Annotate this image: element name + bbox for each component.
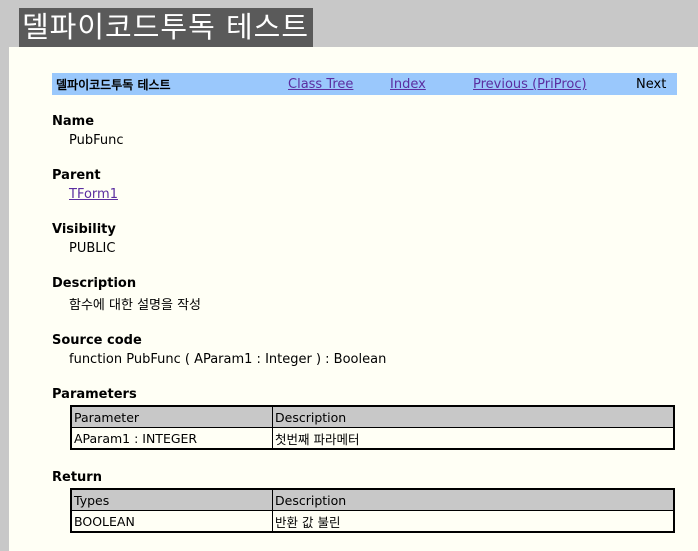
description-value: 함수에 대한 설명을 작성 [69, 298, 201, 313]
table-cell: 반환 값 불린 [272, 510, 675, 533]
source-code-heading: Source code [52, 333, 142, 348]
column-header: Types [70, 488, 273, 511]
table-cell: BOOLEAN [70, 510, 273, 533]
visibility-value: PUBLIC [69, 241, 116, 256]
name-value: PubFunc [69, 133, 124, 148]
parameters-table: Parameter Description AParam1 : INTEGER … [70, 405, 675, 450]
column-header: Parameter [70, 405, 273, 428]
nav-brand: 델파이코드투독 테스트 [56, 78, 171, 92]
column-header: Description [272, 405, 675, 428]
table-cell: AParam1 : INTEGER [70, 427, 273, 450]
source-code-value: function PubFunc ( AParam1 : Integer ) :… [69, 352, 387, 367]
name-heading: Name [52, 114, 95, 129]
column-header: Description [272, 488, 675, 511]
table-header-row: Types Description [70, 488, 675, 511]
previous-link[interactable]: Previous (PriProc) [473, 77, 587, 92]
class-tree-link[interactable]: Class Tree [288, 77, 353, 92]
return-table: Types Description BOOLEAN 반환 값 불린 [70, 488, 675, 533]
return-heading: Return [52, 470, 102, 485]
next-label: Next [636, 77, 667, 92]
parent-heading: Parent [52, 168, 101, 183]
visibility-heading: Visibility [52, 222, 116, 237]
parameters-heading: Parameters [52, 387, 137, 402]
nav-bar: 델파이코드투독 테스트 Class Tree Index Previous (P… [52, 73, 677, 95]
description-heading: Description [52, 276, 137, 291]
parent-link[interactable]: TForm1 [69, 187, 118, 202]
table-row: BOOLEAN 반환 값 불린 [70, 510, 675, 533]
window-title: 델파이코드투독 테스트 [19, 8, 314, 47]
table-header-row: Parameter Description [70, 405, 675, 428]
table-row: AParam1 : INTEGER 첫번째 파라메터 [70, 427, 675, 450]
table-cell: 첫번째 파라메터 [272, 427, 675, 450]
doc-page: 델파이코드투독 테스트 Class Tree Index Previous (P… [9, 47, 698, 551]
index-link[interactable]: Index [390, 77, 426, 92]
